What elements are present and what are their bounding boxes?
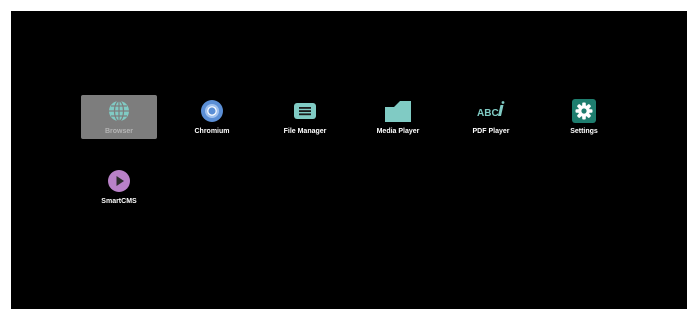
file-manager-icon (293, 99, 317, 123)
app-label: PDF Player (472, 128, 510, 135)
app-browser[interactable]: Browser (81, 95, 157, 139)
app-media-player[interactable]: Media Player (360, 95, 436, 139)
gear-icon (572, 99, 596, 123)
app-file-manager[interactable]: File Manager (267, 95, 343, 139)
app-label: Media Player (376, 128, 420, 135)
globe-icon (107, 99, 131, 123)
folder-icon (384, 99, 412, 123)
app-smartcms[interactable]: SmartCMS (81, 165, 157, 209)
app-settings[interactable]: Settings (546, 95, 622, 139)
chromium-icon (200, 99, 224, 123)
app-label: SmartCMS (101, 198, 137, 205)
app-label: File Manager (283, 128, 327, 135)
app-chromium[interactable]: Chromium (174, 95, 250, 139)
play-icon (107, 169, 131, 193)
app-pdf-player[interactable]: ABC PDF Player (453, 95, 529, 139)
app-label: Browser (104, 128, 133, 135)
pdf-abc-icon: ABC (475, 99, 507, 123)
app-label: Settings (570, 128, 598, 135)
launcher-screen: Browser Chromium File Manager Media Play… (11, 11, 687, 309)
svg-text:ABC: ABC (477, 108, 499, 119)
app-label: Chromium (194, 128, 230, 135)
